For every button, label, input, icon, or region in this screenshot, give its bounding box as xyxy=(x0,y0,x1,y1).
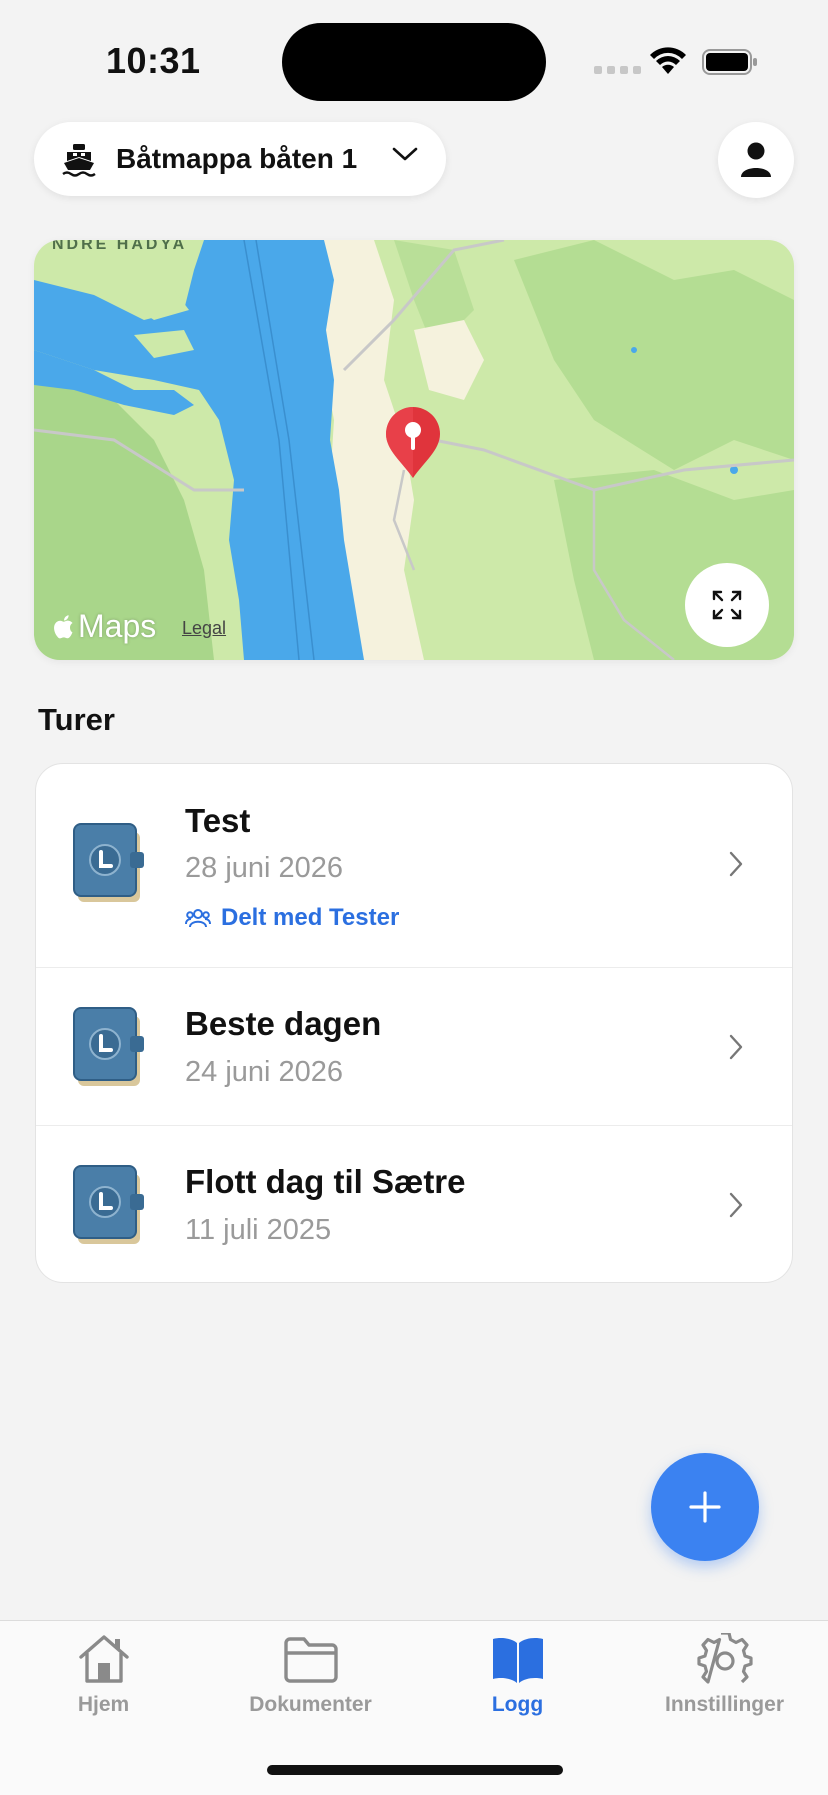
dynamic-island xyxy=(282,23,546,101)
apple-icon xyxy=(54,614,73,638)
gear-icon xyxy=(696,1633,753,1684)
chevron-right-icon xyxy=(729,1192,743,1218)
maps-legal-link[interactable]: Legal xyxy=(182,618,226,639)
logbook-icon xyxy=(73,1165,144,1244)
trip-row[interactable]: Flott dag til Sætre 11 juli 2025 xyxy=(36,1126,792,1282)
trip-row[interactable]: Test 28 juni 2026 Delt med Tester xyxy=(36,764,792,968)
trip-date: 11 juli 2025 xyxy=(185,1214,332,1246)
chevron-down-icon xyxy=(392,147,418,161)
boat-selector-label: Båtmappa båten 1 xyxy=(116,143,358,174)
logbook-icon xyxy=(73,823,144,902)
logbook-icon xyxy=(73,1007,144,1086)
status-time: 10:31 xyxy=(106,40,201,81)
tab-settings[interactable]: Innstillinger xyxy=(621,1633,828,1717)
plus-icon xyxy=(689,1491,721,1523)
people-icon xyxy=(185,909,211,928)
folder-icon xyxy=(283,1637,338,1683)
battery-icon xyxy=(702,49,757,75)
map-pin-icon xyxy=(386,407,440,478)
wifi-icon xyxy=(650,47,686,74)
map-area-label: NDRE HADYA xyxy=(52,240,188,253)
expand-icon xyxy=(712,590,742,620)
trip-row[interactable]: Beste dagen 24 juni 2026 xyxy=(36,968,792,1126)
expand-map-button[interactable] xyxy=(685,563,769,647)
status-bar: 10:31 xyxy=(0,0,828,120)
person-icon xyxy=(741,142,771,177)
trip-title: Flott dag til Sætre xyxy=(185,1163,466,1200)
boat-icon xyxy=(62,144,96,177)
tab-log[interactable]: Logg xyxy=(414,1633,621,1717)
home-indicator xyxy=(267,1765,563,1775)
add-trip-button[interactable] xyxy=(651,1453,759,1561)
trip-date: 24 juni 2026 xyxy=(185,1056,344,1088)
apple-maps-logo: Maps xyxy=(54,608,156,645)
maps-brand-text: Maps xyxy=(78,608,157,644)
tab-home[interactable]: Hjem xyxy=(0,1633,207,1717)
trip-title: Beste dagen xyxy=(185,1005,382,1042)
book-open-icon xyxy=(492,1638,543,1683)
tab-label: Innstillinger xyxy=(664,1693,784,1716)
trip-date: 28 juni 2026 xyxy=(185,852,344,884)
map-view[interactable]: NDRE HADYA Maps Legal xyxy=(34,240,794,660)
tab-label: Dokumenter xyxy=(249,1693,372,1716)
trip-title: Test xyxy=(185,802,251,839)
trip-shared-label: Delt med Tester xyxy=(185,904,399,932)
tab-documents[interactable]: Dokumenter xyxy=(207,1633,414,1717)
trip-list: Test 28 juni 2026 Delt med Tester Beste … xyxy=(35,763,793,1283)
trips-section-title: Turer xyxy=(38,702,115,737)
chevron-right-icon xyxy=(729,1034,743,1060)
tab-label: Hjem xyxy=(77,1693,130,1716)
cellular-signal-icon xyxy=(594,66,641,74)
shared-with-text: Delt med Tester xyxy=(221,904,400,931)
chevron-right-icon xyxy=(729,851,743,877)
boat-selector-button[interactable]: Båtmappa båten 1 xyxy=(34,122,446,196)
tab-label: Logg xyxy=(491,1693,544,1716)
profile-button[interactable] xyxy=(718,122,794,198)
home-icon xyxy=(78,1635,129,1683)
